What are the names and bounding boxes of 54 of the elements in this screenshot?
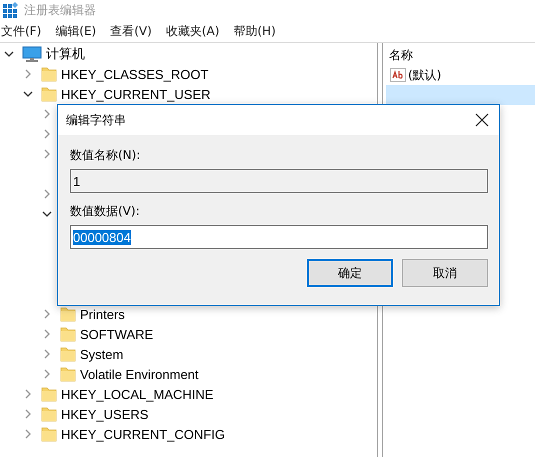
tree-item[interactable]: System [80, 346, 124, 362]
folder-icon [60, 366, 76, 382]
expand-chevron-icon[interactable] [23, 389, 33, 399]
folder-icon [41, 86, 57, 102]
folder-icon [60, 326, 76, 342]
dialog-button[interactable]: 取消 [402, 259, 488, 287]
folder-icon [41, 66, 57, 82]
expand-chevron-icon[interactable] [42, 369, 52, 379]
tree-item[interactable]: HKEY_CURRENT_USER [61, 86, 211, 102]
app-icon [2, 2, 18, 18]
string-value-icon [390, 68, 406, 82]
tree-item[interactable]: HKEY_USERS [61, 406, 148, 422]
close-icon[interactable] [475, 113, 489, 127]
dialog-title: 编辑字符串 [66, 112, 126, 128]
expand-chevron-icon[interactable] [42, 309, 52, 319]
menu-item[interactable]: 收藏夹(A) [166, 22, 220, 40]
selected-row[interactable] [386, 85, 535, 105]
window-title: 注册表编辑器 [24, 2, 96, 18]
collapse-chevron-icon[interactable] [23, 89, 33, 99]
menu-item[interactable]: 帮助(H) [233, 22, 276, 40]
column-header: 名称 [388, 47, 414, 64]
tree-item[interactable]: 计算机 [46, 45, 85, 63]
value-data-field[interactable]: 00000804 [70, 225, 488, 249]
collapse-chevron-icon[interactable] [4, 49, 14, 59]
expand-chevron-icon[interactable] [23, 69, 33, 79]
computer-icon [22, 46, 42, 62]
expand-chevron-icon[interactable] [42, 189, 52, 199]
menu-item[interactable]: 查看(V) [110, 22, 152, 40]
expand-chevron-icon[interactable] [42, 329, 52, 339]
dialog-button[interactable]: 确定 [307, 259, 393, 287]
field-label: 数值名称(N): [70, 147, 142, 163]
tree-item[interactable]: Printers [80, 306, 125, 322]
folder-icon [41, 386, 57, 402]
expand-chevron-icon[interactable] [42, 149, 52, 159]
folder-icon [41, 406, 57, 422]
menu-item[interactable]: 文件(F) [1, 22, 42, 40]
tree-item[interactable]: HKEY_LOCAL_MACHINE [61, 386, 214, 402]
folder-icon [60, 346, 76, 362]
expand-chevron-icon[interactable] [42, 349, 52, 359]
value-name-field[interactable]: 1 [70, 169, 488, 193]
folder-icon [41, 426, 57, 442]
folder-icon [60, 306, 76, 322]
tree-item[interactable]: SOFTWARE [80, 326, 154, 342]
tree-item[interactable]: HKEY_CLASSES_ROOT [61, 66, 208, 82]
tree-item[interactable]: HKEY_CURRENT_CONFIG [61, 426, 225, 442]
tree-item[interactable]: Volatile Environment [80, 366, 199, 382]
expand-chevron-icon[interactable] [23, 429, 33, 439]
expand-chevron-icon[interactable] [42, 129, 52, 139]
collapse-chevron-icon[interactable] [42, 209, 52, 219]
value-name[interactable]: (默认) [408, 66, 442, 84]
expand-chevron-icon[interactable] [23, 409, 33, 419]
menu-item[interactable]: 编辑(E) [55, 22, 96, 40]
field-label: 数值数据(V): [70, 203, 141, 219]
expand-chevron-icon[interactable] [42, 109, 52, 119]
